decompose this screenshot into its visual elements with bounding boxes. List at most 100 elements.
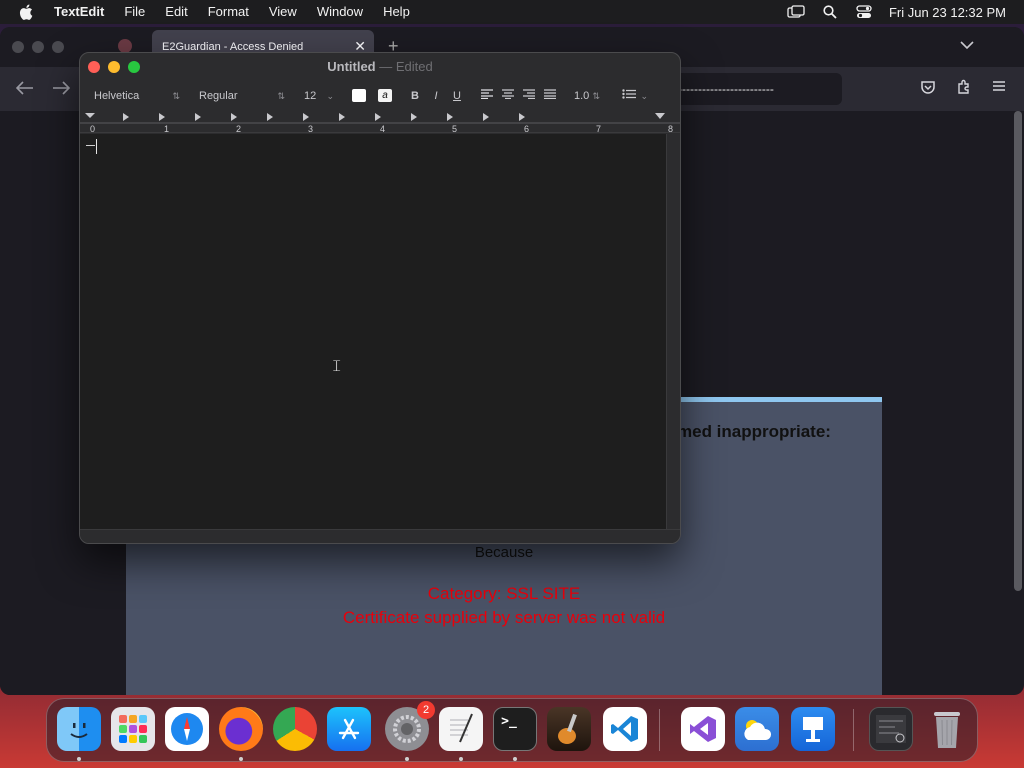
text-color-well[interactable]	[352, 89, 366, 102]
paragraph-marker	[86, 145, 95, 146]
tab-stop-marker[interactable]	[411, 113, 417, 121]
pocket-icon[interactable]	[920, 79, 936, 100]
running-indicator	[77, 757, 81, 761]
format-toolbar: Helvetica ⇅ Regular ⇅ 12 ⌄ a B I U 1.0 ⇅…	[80, 81, 680, 111]
ibeam-cursor-icon: 𝙸	[331, 358, 343, 375]
tab-stop-marker[interactable]	[123, 113, 129, 121]
safari-icon[interactable]	[165, 707, 209, 751]
garageband-icon[interactable]	[547, 707, 591, 751]
running-indicator	[405, 757, 409, 761]
window-title: Untitled — Edited	[80, 59, 680, 74]
search-icon[interactable]	[813, 5, 847, 19]
document-editor[interactable]: 𝙸	[80, 134, 666, 529]
underline-button[interactable]: U	[448, 87, 466, 105]
textedit-window: Untitled — Edited Helvetica ⇅ Regular ⇅ …	[79, 52, 681, 544]
because-text: Because	[474, 544, 534, 561]
font-size-value: 12	[304, 90, 317, 102]
align-center-icon[interactable]	[499, 87, 517, 105]
browser-scroll-thumb[interactable]	[1014, 111, 1022, 591]
ruler-label: 0	[90, 124, 95, 133]
downloads-stack-icon[interactable]	[869, 707, 913, 751]
tab-stop-marker[interactable]	[159, 113, 165, 121]
menu-format[interactable]: Format	[198, 0, 259, 24]
font-family-select[interactable]: Helvetica ⇅	[88, 87, 184, 105]
browser-minimize-button[interactable]	[32, 41, 44, 53]
first-line-indent-marker[interactable]	[85, 113, 95, 118]
tab-stop-marker[interactable]	[483, 113, 489, 121]
stepper-arrows-icon: ⇅	[277, 91, 285, 101]
title-separator: —	[379, 59, 393, 74]
menu-edit[interactable]: Edit	[155, 0, 197, 24]
right-margin-marker[interactable]	[655, 113, 665, 119]
document-name: Untitled	[327, 59, 376, 74]
font-style-value: Regular	[199, 90, 238, 102]
tab-stop-marker[interactable]	[519, 113, 525, 121]
ruler-scale: 0 1 2 3 4 5 6 7 8	[80, 113, 680, 133]
browser-zoom-button[interactable]	[52, 41, 64, 53]
bulleted-list-icon	[622, 89, 636, 102]
ruler-label: 4	[380, 124, 385, 133]
control-center-icon[interactable]	[847, 5, 881, 19]
bold-button[interactable]: B	[406, 87, 424, 105]
extensions-icon[interactable]	[956, 79, 972, 100]
ruler-label: 8	[668, 124, 673, 133]
tab-stop-marker[interactable]	[447, 113, 453, 121]
italic-button[interactable]: I	[427, 87, 445, 105]
background-color-well[interactable]: a	[378, 89, 392, 102]
keynote-icon[interactable]	[791, 707, 835, 751]
running-indicator	[459, 757, 463, 761]
dock-separator	[853, 709, 854, 751]
browser-scrollbar[interactable]	[1014, 111, 1022, 695]
trash-icon[interactable]	[925, 707, 969, 751]
menu-window[interactable]: Window	[307, 0, 373, 24]
tab-stop-marker[interactable]	[231, 113, 237, 121]
back-arrow-icon[interactable]	[15, 79, 34, 100]
forward-arrow-icon[interactable]	[52, 79, 71, 100]
menu-file[interactable]: File	[114, 0, 155, 24]
apple-menu-icon[interactable]	[0, 4, 52, 20]
justify-icon[interactable]	[541, 87, 559, 105]
textedit-titlebar[interactable]: Untitled — Edited	[80, 53, 680, 81]
vertical-scrollbar[interactable]	[666, 134, 680, 529]
chevron-down-icon: ⌄	[640, 91, 648, 101]
screen-mirroring-icon[interactable]	[779, 5, 813, 19]
launchpad-icon[interactable]	[111, 707, 155, 751]
firefox-icon[interactable]	[219, 707, 263, 751]
menu-help[interactable]: Help	[373, 0, 420, 24]
visual-studio-icon[interactable]	[681, 707, 725, 751]
menu-clock[interactable]: Fri Jun 23 12:32 PM	[881, 5, 1024, 20]
tab-stop-marker[interactable]	[195, 113, 201, 121]
align-left-icon[interactable]	[478, 87, 496, 105]
list-style-select[interactable]: ⌄	[616, 87, 652, 105]
stepper-arrows-icon: ⇅	[172, 91, 180, 101]
font-size-select[interactable]: 12 ⌄	[298, 87, 338, 105]
vscode-icon[interactable]	[603, 707, 647, 751]
font-style-select[interactable]: Regular ⇅	[193, 87, 289, 105]
menu-view[interactable]: View	[259, 0, 307, 24]
chrome-icon[interactable]	[273, 707, 317, 751]
align-right-icon[interactable]	[520, 87, 538, 105]
tab-stop-marker[interactable]	[303, 113, 309, 121]
weather-icon[interactable]	[735, 707, 779, 751]
textedit-icon[interactable]	[439, 707, 483, 751]
ruler-label: 6	[524, 124, 529, 133]
tab-stop-marker[interactable]	[339, 113, 345, 121]
tab-list-chevron-icon[interactable]	[960, 37, 974, 55]
firefox-view-icon[interactable]	[118, 39, 132, 53]
terminal-icon[interactable]: >_	[493, 707, 537, 751]
horizontal-scrollbar[interactable]	[80, 529, 680, 543]
browser-window-controls	[12, 41, 64, 53]
system-settings-icon[interactable]: 2	[385, 701, 435, 751]
finder-icon[interactable]	[57, 707, 101, 751]
tab-stop-marker[interactable]	[375, 113, 381, 121]
url-bar[interactable]: ------------------------	[660, 73, 842, 105]
line-spacing-select[interactable]: 1.0 ⇅	[568, 87, 604, 105]
ruler[interactable]: 0 1 2 3 4 5 6 7 8	[80, 111, 680, 133]
menu-app-name[interactable]: TextEdit	[52, 0, 114, 24]
denied-reason-text: med inappropriate:	[677, 422, 831, 441]
app-store-icon[interactable]	[327, 707, 371, 751]
document-state: Edited	[395, 59, 433, 74]
hamburger-menu-icon[interactable]	[992, 79, 1006, 97]
tab-stop-marker[interactable]	[267, 113, 273, 121]
browser-close-button[interactable]	[12, 41, 24, 53]
